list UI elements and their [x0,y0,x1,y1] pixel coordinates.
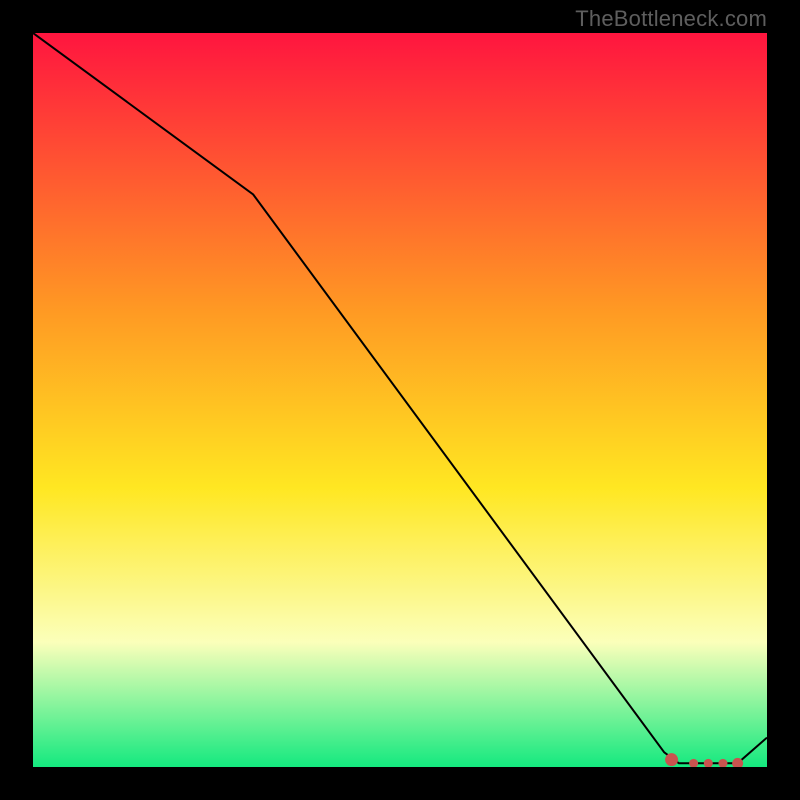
outer-frame: TheBottleneck.com [0,0,800,800]
plot-area [33,33,767,767]
flat-segment-c-marker [704,759,712,767]
minimum-point-marker [733,758,743,767]
flat-segment-a-marker [666,754,678,766]
flat-segment-d-marker [719,759,727,767]
chart-svg [33,33,767,767]
gradient-background [33,33,767,767]
flat-segment-b-marker [690,759,698,767]
watermark-text: TheBottleneck.com [575,6,767,32]
